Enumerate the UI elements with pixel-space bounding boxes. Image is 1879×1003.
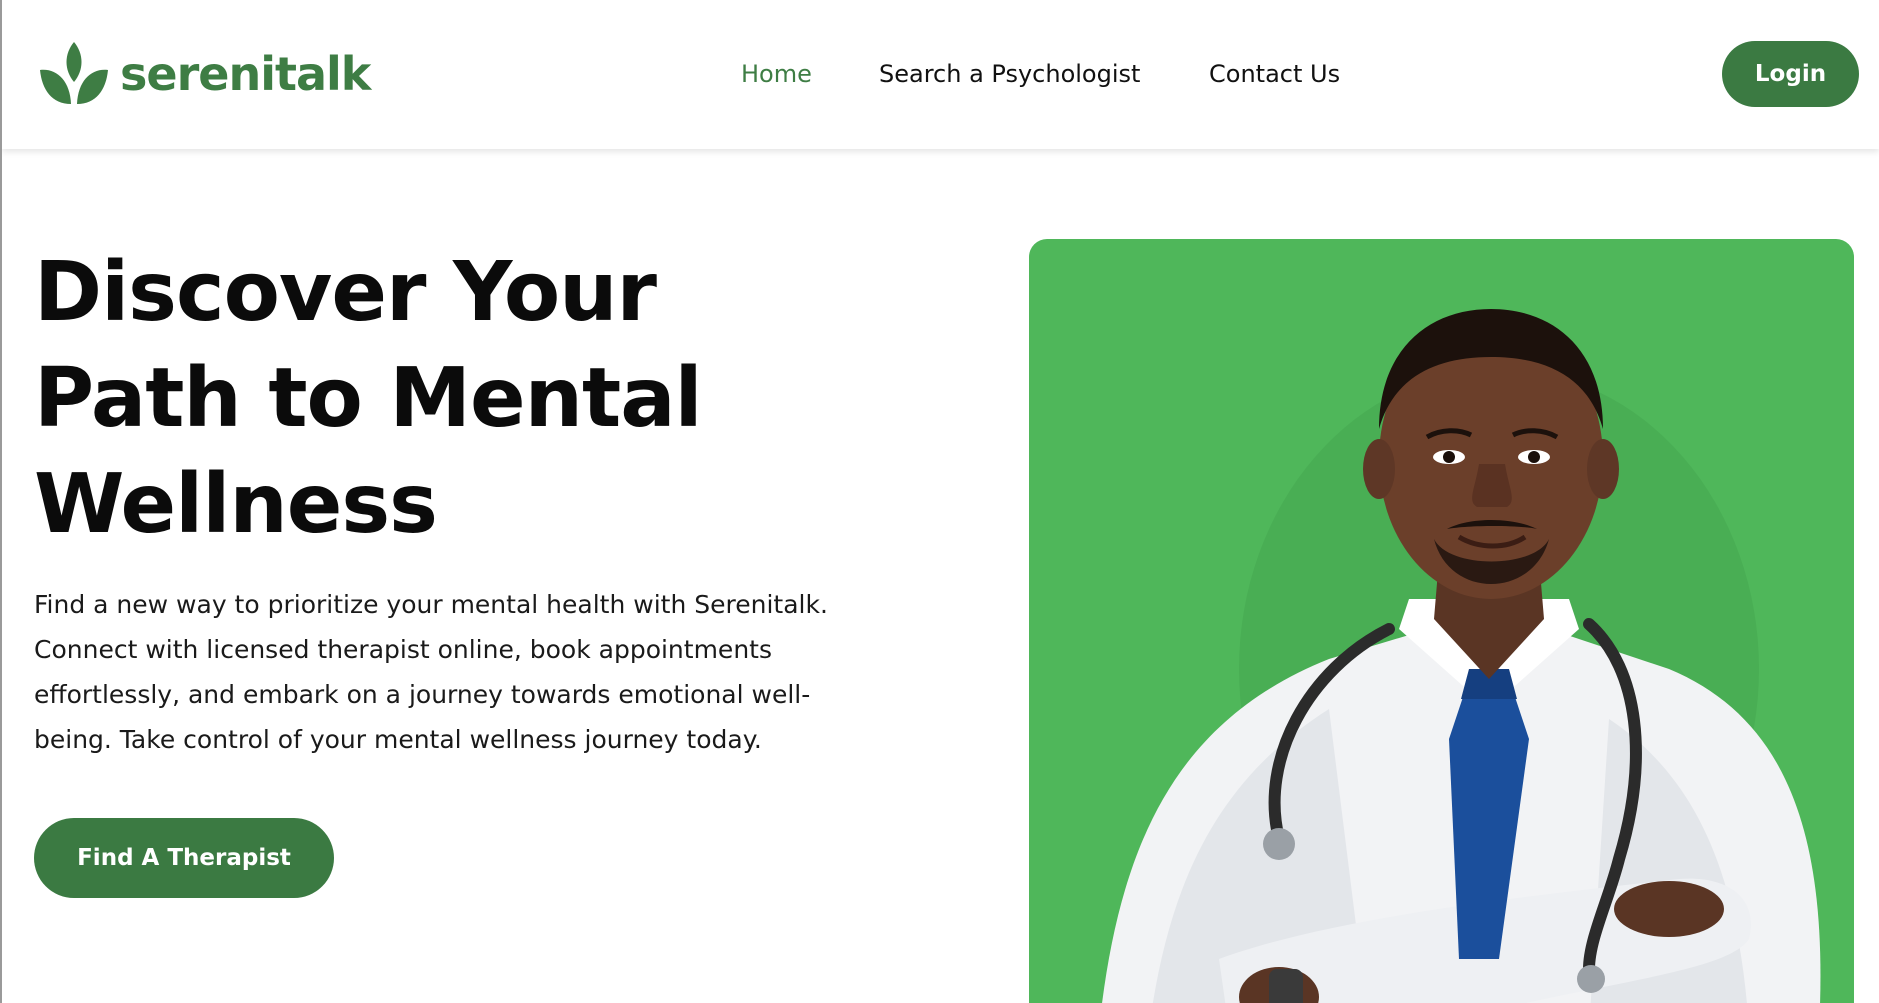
nav-item-home[interactable]: Home xyxy=(741,52,812,96)
hero-description-line: Find a new way to prioritize your mental… xyxy=(34,590,828,619)
hero-description-line: effortlessly, and embark on a journey to… xyxy=(34,680,811,709)
hero-description-line: being. Take control of your mental welln… xyxy=(34,725,762,754)
hero-title-line: Path to Mental xyxy=(34,351,703,446)
hero-title-line: Wellness xyxy=(34,457,438,552)
main-nav: Home Search a Psychologist Contact Us xyxy=(2,52,1879,96)
find-therapist-button[interactable]: Find A Therapist xyxy=(34,818,334,898)
hero-description: Find a new way to prioritize your mental… xyxy=(34,582,914,762)
hero-title: Discover Your Path to Mental Wellness xyxy=(34,240,854,558)
doctor-photo xyxy=(1102,309,1821,1003)
nav-item-contact-us[interactable]: Contact Us xyxy=(1209,52,1340,96)
hero-image-panel xyxy=(1029,239,1854,1003)
hero-description-line: Connect with licensed therapist online, … xyxy=(34,635,772,664)
login-button[interactable]: Login xyxy=(1722,41,1859,107)
hero-title-line: Discover Your xyxy=(34,245,657,340)
site-header: serenitalk Home Search a Psychologist Co… xyxy=(2,0,1879,149)
nav-item-search-psychologist[interactable]: Search a Psychologist xyxy=(879,52,1140,96)
landing-page: serenitalk Home Search a Psychologist Co… xyxy=(0,0,1879,1003)
